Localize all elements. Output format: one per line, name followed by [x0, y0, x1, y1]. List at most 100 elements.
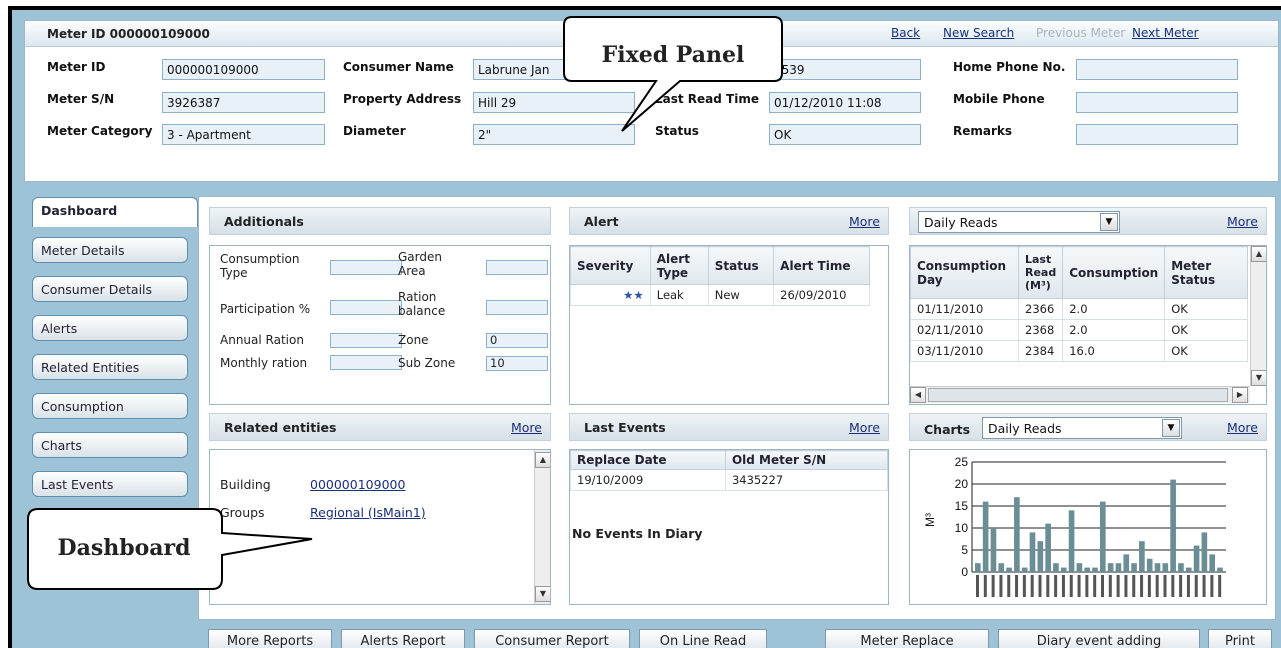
scroll-down-icon[interactable]: ▼: [535, 586, 550, 602]
meter-sn-field[interactable]: 3926387: [162, 92, 325, 113]
ration-balance-field[interactable]: [486, 300, 548, 315]
reads-col-status[interactable]: Meter Status: [1164, 246, 1248, 299]
last-read-time-field[interactable]: 01/12/2010 11:08: [769, 92, 921, 113]
chart-bar: [1060, 567, 1067, 572]
chart-x-tick-label: [1210, 575, 1214, 597]
scroll-thumb[interactable]: [928, 388, 1228, 402]
new-search-link[interactable]: New Search: [943, 26, 1014, 40]
reads-col-day[interactable]: Consumption Day: [910, 246, 1019, 299]
chart-x-tick-label: [1202, 575, 1206, 597]
chart-x-tick-label: [1155, 575, 1159, 597]
next-meter-link[interactable]: Next Meter: [1132, 26, 1199, 40]
events-col-old-meter[interactable]: Old Meter S/N: [724, 450, 888, 470]
alerts-report-button[interactable]: Alerts Report: [341, 629, 465, 648]
garden-area-label: Garden Area: [398, 250, 442, 278]
related-scrollbar[interactable]: ▲ ▼: [534, 450, 550, 604]
zone-label: Zone: [398, 333, 429, 347]
events-header: Last Events More: [569, 413, 889, 441]
alert-col-type[interactable]: Alert Type: [649, 246, 709, 285]
annual-ration-field[interactable]: [330, 333, 402, 348]
status-field[interactable]: OK: [769, 124, 921, 145]
alert-time-cell: 26/09/2010: [773, 284, 870, 306]
chart-x-tick-label: [1186, 575, 1190, 597]
charts-select-value: Daily Reads: [988, 421, 1062, 436]
tab-consumer-details[interactable]: Consumer Details: [32, 276, 188, 302]
charts-header: Charts Daily Reads ▼ More: [909, 413, 1267, 441]
scroll-left-icon[interactable]: ◀: [910, 387, 926, 403]
scroll-up-icon[interactable]: ▲: [1251, 246, 1266, 262]
online-read-button[interactable]: On Line Read: [639, 629, 767, 648]
table-row[interactable]: 01/11/2010 2366 2.0 OK: [910, 298, 1248, 320]
table-row[interactable]: 19/10/2009 3435227: [570, 469, 888, 491]
scroll-down-icon[interactable]: ▼: [1251, 370, 1266, 386]
events-col-replace-date[interactable]: Replace Date: [570, 450, 726, 470]
monthly-ration-field[interactable]: [330, 355, 402, 370]
groups-link[interactable]: Regional (IsMain1): [310, 505, 426, 520]
chart-x-tick-label: [1140, 575, 1144, 597]
meter-id-field[interactable]: 000000109000: [162, 59, 325, 80]
tab-last-events[interactable]: Last Events: [32, 471, 188, 497]
chart-y-tick-label: 0: [961, 565, 968, 579]
home-phone-field[interactable]: [1076, 59, 1238, 80]
tab-related-entities[interactable]: Related Entities: [32, 354, 188, 380]
consumer-report-button[interactable]: Consumer Report: [474, 629, 630, 648]
chevron-down-icon[interactable]: ▼: [1162, 419, 1180, 437]
scroll-right-icon[interactable]: ▶: [1232, 387, 1248, 403]
sub-zone-field[interactable]: 10: [486, 356, 548, 371]
alert-header: Alert More: [569, 207, 889, 235]
meter-replace-button[interactable]: Meter Replace: [825, 629, 989, 648]
chart-y-tick-label: 20: [955, 477, 969, 491]
ration-balance-label: Ration balance: [398, 290, 446, 318]
tab-meter-details[interactable]: Meter Details: [32, 237, 188, 263]
reads-horizontal-scrollbar[interactable]: ◀ ▶: [910, 386, 1250, 403]
related-more-link[interactable]: More: [511, 420, 542, 435]
alert-severity-stars: ★★: [570, 284, 651, 306]
chart-x-tick-label: [1069, 575, 1073, 597]
reads-col-consumption[interactable]: Consumption: [1062, 246, 1166, 299]
consumption-type-field[interactable]: [330, 260, 402, 275]
reads-col-last-read[interactable]: Last Read (M³): [1017, 246, 1064, 299]
tab-charts[interactable]: Charts: [32, 432, 188, 458]
charts-more-link[interactable]: More: [1227, 420, 1258, 435]
chevron-down-icon[interactable]: ▼: [1100, 213, 1118, 231]
mobile-phone-field[interactable]: [1076, 92, 1238, 113]
alert-col-time[interactable]: Alert Time: [773, 246, 870, 285]
reads-vertical-scrollbar[interactable]: ▲ ▼: [1250, 246, 1266, 386]
events-more-link[interactable]: More: [849, 420, 880, 435]
remarks-field[interactable]: [1076, 124, 1238, 145]
reads-view-select[interactable]: Daily Reads ▼: [918, 211, 1120, 233]
reads-more-link[interactable]: More: [1227, 214, 1258, 229]
table-row[interactable]: 02/11/2010 2368 2.0 OK: [910, 319, 1248, 341]
table-row[interactable]: 03/11/2010 2384 16.0 OK: [910, 340, 1248, 362]
events-panel: Replace Date Old Meter S/N 19/10/2009 34…: [569, 449, 889, 605]
home-phone-label: Home Phone No.: [953, 60, 1066, 74]
previous-meter-link: Previous Meter: [1036, 26, 1126, 40]
reads-cell: 2.0: [1062, 298, 1166, 320]
tab-dashboard[interactable]: Dashboard: [32, 197, 198, 227]
back-link[interactable]: Back: [891, 26, 920, 40]
zone-field[interactable]: 0: [486, 333, 548, 348]
related-header: Related entities More: [209, 413, 551, 441]
building-link[interactable]: 000000109000: [310, 477, 405, 492]
print-button[interactable]: Print: [1208, 629, 1272, 648]
last-read-field[interactable]: 2539: [769, 59, 921, 80]
diary-event-adding-button[interactable]: Diary event adding: [998, 629, 1200, 648]
tab-consumption[interactable]: Consumption: [32, 393, 188, 419]
alert-table: Severity Alert Type Status Alert Time ★★…: [570, 246, 870, 306]
garden-area-field[interactable]: [486, 260, 548, 275]
alert-col-status[interactable]: Status: [707, 246, 775, 285]
participation-field[interactable]: [330, 300, 402, 315]
alert-col-severity[interactable]: Severity: [570, 246, 651, 285]
more-reports-button[interactable]: More Reports: [208, 629, 332, 648]
chart-y-tick-label: 5: [961, 543, 968, 557]
chart-x-tick-label: [991, 575, 995, 597]
reads-cell: 01/11/2010: [910, 298, 1019, 320]
meter-category-field[interactable]: 3 - Apartment: [162, 124, 325, 145]
alert-more-link[interactable]: More: [849, 214, 880, 229]
chart-x-tick-label: [1124, 575, 1128, 597]
scroll-up-icon[interactable]: ▲: [535, 452, 550, 468]
charts-view-select[interactable]: Daily Reads ▼: [982, 417, 1182, 439]
table-row[interactable]: ★★ Leak New 26/09/2010: [570, 284, 870, 306]
chart-x-tick-label: [1061, 575, 1065, 597]
tab-alerts[interactable]: Alerts: [32, 315, 188, 341]
